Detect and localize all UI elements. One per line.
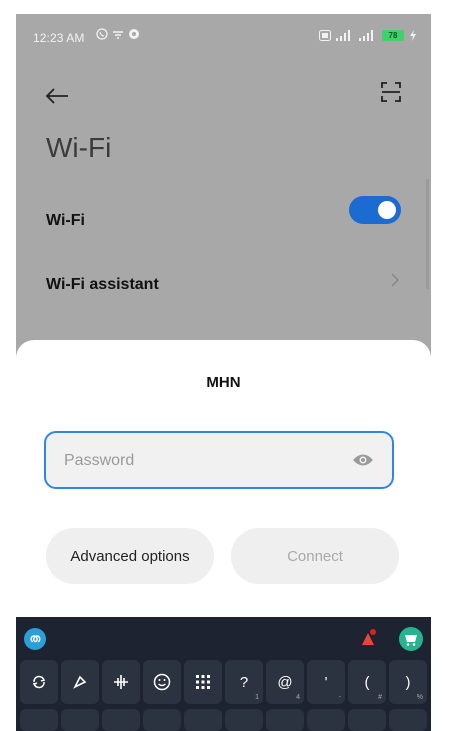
phone-screen: 12:23 AM 78 Wi-Fi Wi-Fi Wi-Fi assistant … [16, 14, 431, 731]
password-field[interactable] [44, 431, 394, 489]
whatsapp-icon [96, 28, 108, 40]
password-input[interactable] [62, 447, 346, 475]
battery-icon: 78 [382, 30, 404, 41]
page-title: Wi-Fi [46, 132, 112, 163]
volte-icon [319, 30, 331, 41]
key[interactable] [61, 709, 99, 731]
chevron-right-icon [390, 272, 400, 293]
signal-1-icon [336, 30, 354, 41]
status-time: 12:23 AM [33, 31, 85, 45]
scrollbar[interactable] [426, 179, 429, 289]
status-notification-icons [96, 28, 140, 40]
key[interactable] [348, 709, 386, 731]
voice-input-icon[interactable] [102, 660, 140, 704]
key-symbol[interactable]: @4 [266, 660, 304, 704]
emoji-icon[interactable] [143, 660, 181, 704]
status-system-icons: 78 [319, 30, 417, 41]
key-symbol[interactable]: )% [389, 660, 427, 704]
key-symbol[interactable]: (# [348, 660, 386, 704]
key[interactable] [307, 709, 345, 731]
key[interactable] [184, 709, 222, 731]
status-bar: 12:23 AM 78 [16, 14, 431, 58]
key-symbol[interactable]: ? 1 [225, 660, 263, 704]
connect-button[interactable]: Connect [231, 528, 399, 584]
key[interactable] [225, 709, 263, 731]
key[interactable] [102, 709, 140, 731]
key[interactable] [389, 709, 427, 731]
eye-icon[interactable] [352, 452, 374, 468]
key[interactable] [266, 709, 304, 731]
wifi-status-icon [113, 31, 123, 39]
key-symbol[interactable]: ' - [307, 660, 345, 704]
qr-scan-icon[interactable] [379, 80, 403, 104]
key[interactable] [20, 709, 58, 731]
keyboard-letter-row [20, 709, 427, 731]
cart-icon[interactable] [399, 627, 423, 651]
signal-2-icon [359, 30, 377, 41]
network-name: MHN [206, 374, 241, 391]
back-arrow-icon[interactable] [44, 84, 74, 110]
wifi-toggle[interactable] [349, 196, 401, 224]
key[interactable] [143, 709, 181, 731]
keyboard-logo-icon[interactable]: ത [24, 628, 46, 650]
advanced-options-button[interactable]: Advanced options [46, 528, 214, 584]
keyboard: ത ? 1 @4 ' - (# )% [16, 617, 431, 731]
toggle-knob [378, 201, 396, 219]
handwriting-icon[interactable] [61, 660, 99, 704]
notification-bell-icon[interactable] [357, 627, 379, 649]
wifi-assistant-item[interactable]: Wi-Fi assistant [46, 276, 406, 294]
sync-icon[interactable] [20, 660, 58, 704]
app-notification-icon [129, 29, 139, 39]
numpad-icon[interactable] [184, 660, 222, 704]
charging-icon [410, 30, 416, 41]
keyboard-toolbar-row: ? 1 @4 ' - (# )% [20, 660, 427, 704]
